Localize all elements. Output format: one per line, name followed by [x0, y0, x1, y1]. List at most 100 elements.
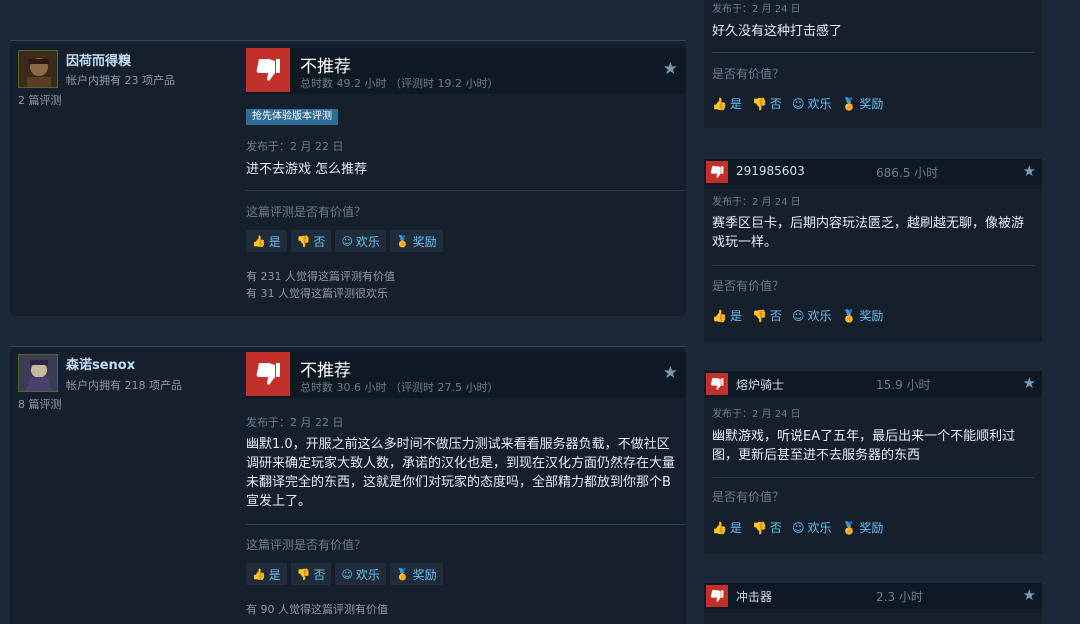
award-label: 奖励 [412, 234, 437, 249]
review-content: 好久没有这种打击感了 [712, 24, 843, 39]
review-content: 幽默游戏，听说EA了五年，最后出来一个不能顺利过图，更新后甚至进不去服务器的东西 [712, 429, 1016, 463]
smiley-icon: ☺ [341, 567, 353, 581]
award-label: 奖励 [859, 97, 884, 111]
award-button[interactable]: 🏅 奖励 [389, 230, 443, 252]
award-button[interactable]: 🏅 奖励 [841, 307, 883, 324]
helpful-stats: 有 231 人觉得这篇评测有价值 有 31 人觉得这篇评测很欢乐 [246, 268, 395, 302]
playtime: 15.9 小时 [876, 378, 931, 392]
reviewer-name[interactable]: 森诺senox [66, 354, 135, 373]
reviewer-name[interactable]: 冲击器 [736, 588, 772, 605]
smiley-icon: ☺ [791, 520, 805, 535]
divider [246, 190, 686, 191]
award-icon: 🏅 [841, 308, 857, 323]
vote-funny-label: 欢乐 [807, 309, 832, 323]
vote-yes-button[interactable]: 👍 是 [712, 307, 742, 324]
award-button[interactable]: 🏅 奖励 [841, 95, 883, 112]
vote-funny-button[interactable]: ☺ 欢乐 [792, 95, 832, 112]
vote-yes-label: 是 [268, 567, 281, 582]
award-label: 奖励 [859, 521, 884, 535]
divider [10, 40, 686, 41]
award-button[interactable]: 🏅 奖励 [389, 563, 443, 585]
card-header[interactable]: 291985603 686.5 小时 ★ [704, 159, 1042, 185]
products-owned[interactable]: 帐户内拥有 218 项产品 [66, 377, 182, 393]
card-header[interactable]: 熔炉骑士 15.9 小时 ★ [704, 371, 1042, 397]
vote-no-label: 否 [769, 521, 782, 535]
helpful-question: 这篇评测是否有价值？ [246, 205, 367, 219]
playtime: 686.5 小时 [876, 166, 939, 180]
reviewer-name[interactable]: 熔炉骑士 [736, 376, 784, 393]
vote-no-label: 否 [769, 309, 782, 323]
vote-no-button[interactable]: 👎 否 [752, 307, 782, 324]
avatar[interactable] [18, 354, 58, 392]
vote-funny-button[interactable]: ☺ 欢乐 [792, 307, 832, 324]
helpful-question: 是否有价值？ [712, 279, 785, 293]
vote-yes-button[interactable]: 👍 是 [246, 230, 287, 252]
helpful-count: 有 231 人觉得这篇评测有价值 [246, 270, 395, 283]
vote-yes-label: 是 [729, 97, 742, 111]
helpful-question: 是否有价值？ [712, 67, 785, 81]
vote-funny-label: 欢乐 [807, 521, 832, 535]
award-label: 奖励 [412, 567, 437, 582]
thumbs-down-icon [706, 161, 728, 183]
posted-date: 发布于：2 月 22 日 [246, 140, 344, 153]
award-icon: 🏅 [395, 234, 410, 248]
vote-yes-button[interactable]: 👍 是 [712, 95, 742, 112]
star-icon[interactable]: ★ [663, 59, 678, 79]
review-content: 赛季区巨卡，后期内容玩法匮乏，越刷越无聊，像被游戏玩一样。 [712, 216, 1025, 250]
divider [712, 477, 1034, 478]
vote-funny-label: 欢乐 [355, 567, 380, 582]
smiley-icon: ☺ [791, 308, 805, 323]
review-content: 幽默1.0，开服之前这么多时间不做压力测试来看看服务器负载，不做社区调研来确定玩… [246, 437, 676, 509]
divider [712, 265, 1034, 266]
vote-yes-button[interactable]: 👍 是 [246, 563, 287, 585]
star-icon[interactable]: ★ [1023, 162, 1036, 180]
vote-funny-button[interactable]: ☺ 欢乐 [335, 230, 386, 252]
award-icon: 🏅 [841, 96, 857, 111]
posted-date: 发布于：2 月 24 日 [712, 197, 801, 208]
review-count[interactable]: 8 篇评测 [18, 396, 62, 412]
thumbs-up-icon: 👍 [712, 308, 727, 323]
vote-no-label: 否 [769, 97, 782, 111]
vote-no-button[interactable]: 👎 否 [752, 519, 782, 536]
products-owned[interactable]: 帐户内拥有 23 项产品 [66, 72, 175, 88]
avatar[interactable] [18, 50, 58, 88]
star-icon[interactable]: ★ [1023, 586, 1036, 604]
vote-buttons: 👍 是 👎 否 ☺ 欢乐 🏅 奖励 [712, 307, 883, 324]
thumbs-down-icon [246, 352, 290, 396]
reviewer-name[interactable]: 因荷而得糗 [66, 50, 131, 69]
vote-label: 不推荐 [300, 361, 351, 381]
star-icon[interactable]: ★ [1023, 374, 1036, 392]
review-count[interactable]: 2 篇评测 [18, 92, 62, 108]
divider [10, 346, 686, 347]
vote-header[interactable]: 不推荐 总时数 49.2 小时 （评测时 19.2 小时） ★ [246, 48, 686, 94]
vote-label: 不推荐 [300, 57, 351, 77]
thumbs-up-icon: 👍 [712, 520, 727, 535]
vote-no-button[interactable]: 👎 否 [290, 230, 332, 252]
posted-date: 发布于：2 月 24 日 [712, 4, 801, 15]
reviewer-name[interactable]: 291985603 [736, 164, 805, 178]
thumbs-up-icon: 👍 [252, 567, 266, 581]
vote-yes-label: 是 [729, 521, 742, 535]
card-header[interactable]: 冲击器 2.3 小时 ★ [704, 583, 1042, 609]
posted-date: 发布于：2 月 22 日 [246, 416, 344, 429]
vote-buttons: 👍 是 👎 否 ☺ 欢乐 🏅 奖励 [712, 519, 883, 536]
vote-no-button[interactable]: 👎 否 [290, 563, 332, 585]
award-button[interactable]: 🏅 奖励 [841, 519, 883, 536]
review-card: 森诺senox 帐户内拥有 218 项产品 8 篇评测 不推荐 总时数 30.6… [10, 346, 686, 624]
vote-no-button[interactable]: 👎 否 [752, 95, 782, 112]
vote-funny-button[interactable]: ☺ 欢乐 [335, 563, 386, 585]
vote-funny-button[interactable]: ☺ 欢乐 [792, 519, 832, 536]
thumbs-up-icon: 👍 [712, 96, 727, 111]
award-label: 奖励 [859, 309, 884, 323]
helpful-count: 有 90 人觉得这篇评测有价值 [246, 603, 388, 616]
thumbs-down-icon: 👎 [751, 308, 767, 323]
thumbs-down-icon [706, 585, 728, 607]
vote-header[interactable]: 不推荐 总时数 30.6 小时 （评测时 27.5 小时） ★ [246, 352, 686, 398]
star-icon[interactable]: ★ [663, 363, 678, 383]
playtime: 总时数 30.6 小时 （评测时 27.5 小时） [300, 381, 499, 394]
award-icon: 🏅 [841, 520, 857, 535]
thumbs-up-icon: 👍 [252, 234, 266, 248]
vote-buttons: 👍 是 👎 否 ☺ 欢乐 🏅 奖励 [246, 563, 443, 585]
vote-no-label: 否 [313, 567, 326, 582]
vote-yes-button[interactable]: 👍 是 [712, 519, 742, 536]
